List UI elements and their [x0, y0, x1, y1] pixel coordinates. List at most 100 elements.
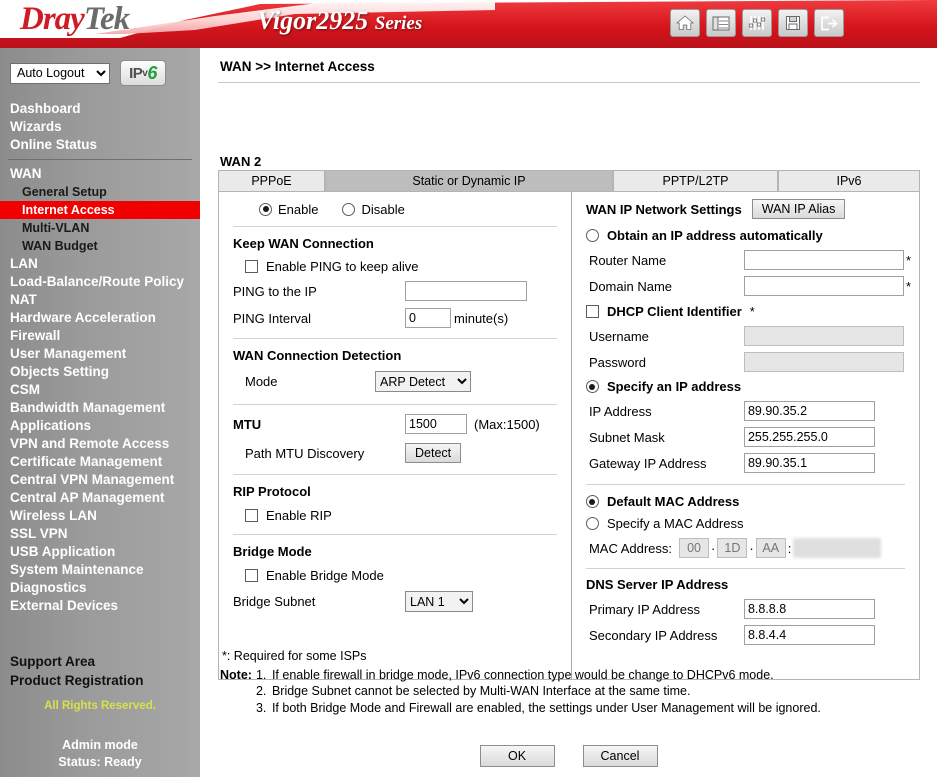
wan-detection-section: WAN Connection Detection Mode ARP Detect…: [233, 339, 557, 392]
obtain-ip-automatically-radio[interactable]: [585, 229, 599, 242]
mac-sep-2: ·: [749, 540, 754, 556]
domain-name-input[interactable]: [743, 276, 904, 296]
detect-button[interactable]: Detect: [405, 443, 462, 463]
mac-octet-2-input[interactable]: [717, 538, 748, 558]
sidebar-item-ssl-vpn[interactable]: SSL VPN: [0, 525, 200, 543]
tab-pptp-l2tp[interactable]: PPTP/L2TP: [613, 170, 778, 191]
sidebar-item-system-maintenance[interactable]: System Maintenance: [0, 561, 200, 579]
wan-ip-alias-button[interactable]: WAN IP Alias: [751, 199, 846, 219]
dhcp-client-identifier-checkbox[interactable]: [585, 305, 599, 318]
sidebar-item-applications[interactable]: Applications: [0, 417, 200, 435]
sidebar-item-wireless-lan[interactable]: Wireless LAN: [0, 507, 200, 525]
tab-pppoe[interactable]: PPPoE: [218, 170, 325, 191]
default-mac-row: Default MAC Address: [585, 494, 911, 509]
obtain-ip-automatically-label: Obtain an IP address automatically: [606, 228, 823, 243]
note-list: 1. If enable firewall in bridge mode, IPv…: [256, 667, 821, 717]
ip-address-input[interactable]: [743, 401, 875, 421]
ping-interval-unit: minute(s): [454, 310, 509, 326]
layout-icon[interactable]: [706, 9, 736, 37]
ipv6-toggle-button[interactable]: IP v 6: [120, 60, 166, 86]
sidebar-item-online-status[interactable]: Online Status: [0, 136, 200, 154]
note-number: 2.: [255, 684, 267, 698]
mtu-row: MTU (Max:1500): [233, 414, 557, 434]
mac-octet-3-input[interactable]: [755, 538, 786, 558]
detection-mode-select[interactable]: ARP DetectPing DetectAlways On: [375, 371, 471, 392]
mac-octet-1-input[interactable]: [679, 538, 710, 558]
disable-radio[interactable]: [342, 202, 356, 216]
enable-radio[interactable]: [259, 202, 272, 216]
dns-secondary-input[interactable]: [743, 625, 875, 645]
tab-ipv6[interactable]: IPv6: [778, 170, 920, 191]
dns-secondary-row: Secondary IP Address: [586, 625, 911, 645]
enable-bridge-checkbox[interactable]: [245, 569, 258, 582]
username-input[interactable]: [743, 326, 904, 346]
mac-remaining-octets-redacted[interactable]: [793, 538, 882, 558]
sidebar-item-bandwidth-management[interactable]: Bandwidth Management: [0, 399, 200, 417]
logout-icon[interactable]: [814, 9, 844, 37]
sidebar-item-load-balance-route-policy[interactable]: Load-Balance/Route Policy: [0, 273, 200, 291]
sidebar: Auto LogoutOff1 min3 min5 min10 min IPv6…: [0, 48, 200, 777]
product-model: Vigor2925 Series: [257, 6, 422, 36]
subnet-mask-input[interactable]: [743, 427, 875, 447]
sidebar-item-multi-vlan[interactable]: Multi-VLAN: [0, 219, 200, 237]
sidebar-item-user-management[interactable]: User Management: [0, 345, 200, 363]
sidebar-item-product-registration[interactable]: Product Registration: [0, 671, 200, 690]
dns-primary-row: Primary IP Address: [586, 599, 911, 619]
password-input[interactable]: [743, 352, 904, 372]
save-icon[interactable]: [778, 9, 808, 37]
notes-block: *: Required for some ISPs Note: 1. If ena…: [220, 648, 920, 716]
ping-ip-input[interactable]: [405, 281, 527, 301]
sidebar-item-wan-budget[interactable]: WAN Budget: [0, 237, 200, 255]
sidebar-item-wan[interactable]: WAN: [0, 165, 200, 183]
router-name-input[interactable]: [743, 250, 904, 270]
note-item: 2. Bridge Subnet cannot be selected by Mu…: [256, 683, 821, 700]
sidebar-item-csm[interactable]: CSM: [0, 381, 200, 399]
rip-title: RIP Protocol: [233, 484, 311, 499]
ping-interval-input[interactable]: [405, 308, 451, 328]
sidebar-item-central-ap-management[interactable]: Central AP Management: [0, 489, 200, 507]
mtu-input[interactable]: [405, 414, 467, 434]
ok-button[interactable]: OK: [479, 745, 555, 767]
sidebar-item-external-devices[interactable]: External Devices: [0, 597, 200, 615]
bridge-subnet-label: Bridge Subnet: [233, 594, 316, 609]
sidebar-item-usb-application[interactable]: USB Application: [0, 543, 200, 561]
enable-rip-checkbox[interactable]: [245, 509, 258, 522]
sidebar-item-support-area[interactable]: Support Area: [0, 652, 200, 671]
tab-static-or-dynamic-ip[interactable]: Static or Dynamic IP: [325, 170, 613, 191]
note-item: 1. If enable firewall in bridge mode, IPv…: [256, 667, 821, 684]
note-number: 3.: [255, 700, 267, 715]
specify-ip-address-radio[interactable]: [585, 380, 599, 393]
sidebar-item-general-setup[interactable]: General Setup: [0, 183, 200, 201]
specify-mac-address-radio[interactable]: [585, 517, 599, 530]
admin-mode-text: Admin mode: [62, 738, 138, 752]
home-icon[interactable]: [670, 9, 700, 37]
sidebar-item-dashboard[interactable]: Dashboard: [0, 100, 200, 118]
username-label: Username: [588, 328, 649, 344]
sliders-icon[interactable]: [742, 9, 772, 37]
mtu-section: MTU (Max:1500) Path MTU Discovery Detect: [233, 405, 557, 463]
sidebar-item-internet-access[interactable]: Internet Access: [0, 201, 200, 219]
sidebar-item-wizards[interactable]: Wizards: [0, 118, 200, 136]
dhcp-client-identifier-row: DHCP Client Identifier *: [585, 304, 911, 319]
enable-ping-row: Enable PING to keep alive: [233, 259, 557, 274]
gateway-ip-input[interactable]: [743, 453, 875, 473]
subnet-mask-row: Subnet Mask: [586, 427, 911, 447]
sidebar-item-vpn-and-remote-access[interactable]: VPN and Remote Access: [0, 435, 200, 453]
dns-primary-label: Primary IP Address: [588, 601, 700, 617]
sidebar-item-certificate-management[interactable]: Certificate Management: [0, 453, 200, 471]
sidebar-item-lan[interactable]: LAN: [0, 255, 200, 273]
sidebar-item-firewall[interactable]: Firewall: [0, 327, 200, 345]
sidebar-item-objects-setting[interactable]: Objects Setting: [0, 363, 200, 381]
dns-primary-input[interactable]: [743, 599, 875, 619]
sidebar-item-nat[interactable]: NAT: [0, 291, 200, 309]
enable-ping-checkbox[interactable]: [245, 260, 258, 273]
sidebar-item-central-vpn-management[interactable]: Central VPN Management: [0, 471, 200, 489]
cancel-button[interactable]: Cancel: [582, 745, 658, 767]
ipv6-ip-text: IP: [129, 64, 143, 82]
sidebar-item-diagnostics[interactable]: Diagnostics: [0, 579, 200, 597]
auto-logout-select[interactable]: Auto LogoutOff1 min3 min5 min10 min: [10, 62, 110, 84]
default-mac-address-radio[interactable]: [585, 495, 599, 508]
sidebar-item-hardware-acceleration[interactable]: Hardware Acceleration: [0, 309, 200, 327]
bridge-subnet-select[interactable]: LAN 1LAN 2LAN 3LAN 4: [405, 591, 473, 612]
dns-secondary-label: Secondary IP Address: [588, 627, 718, 643]
